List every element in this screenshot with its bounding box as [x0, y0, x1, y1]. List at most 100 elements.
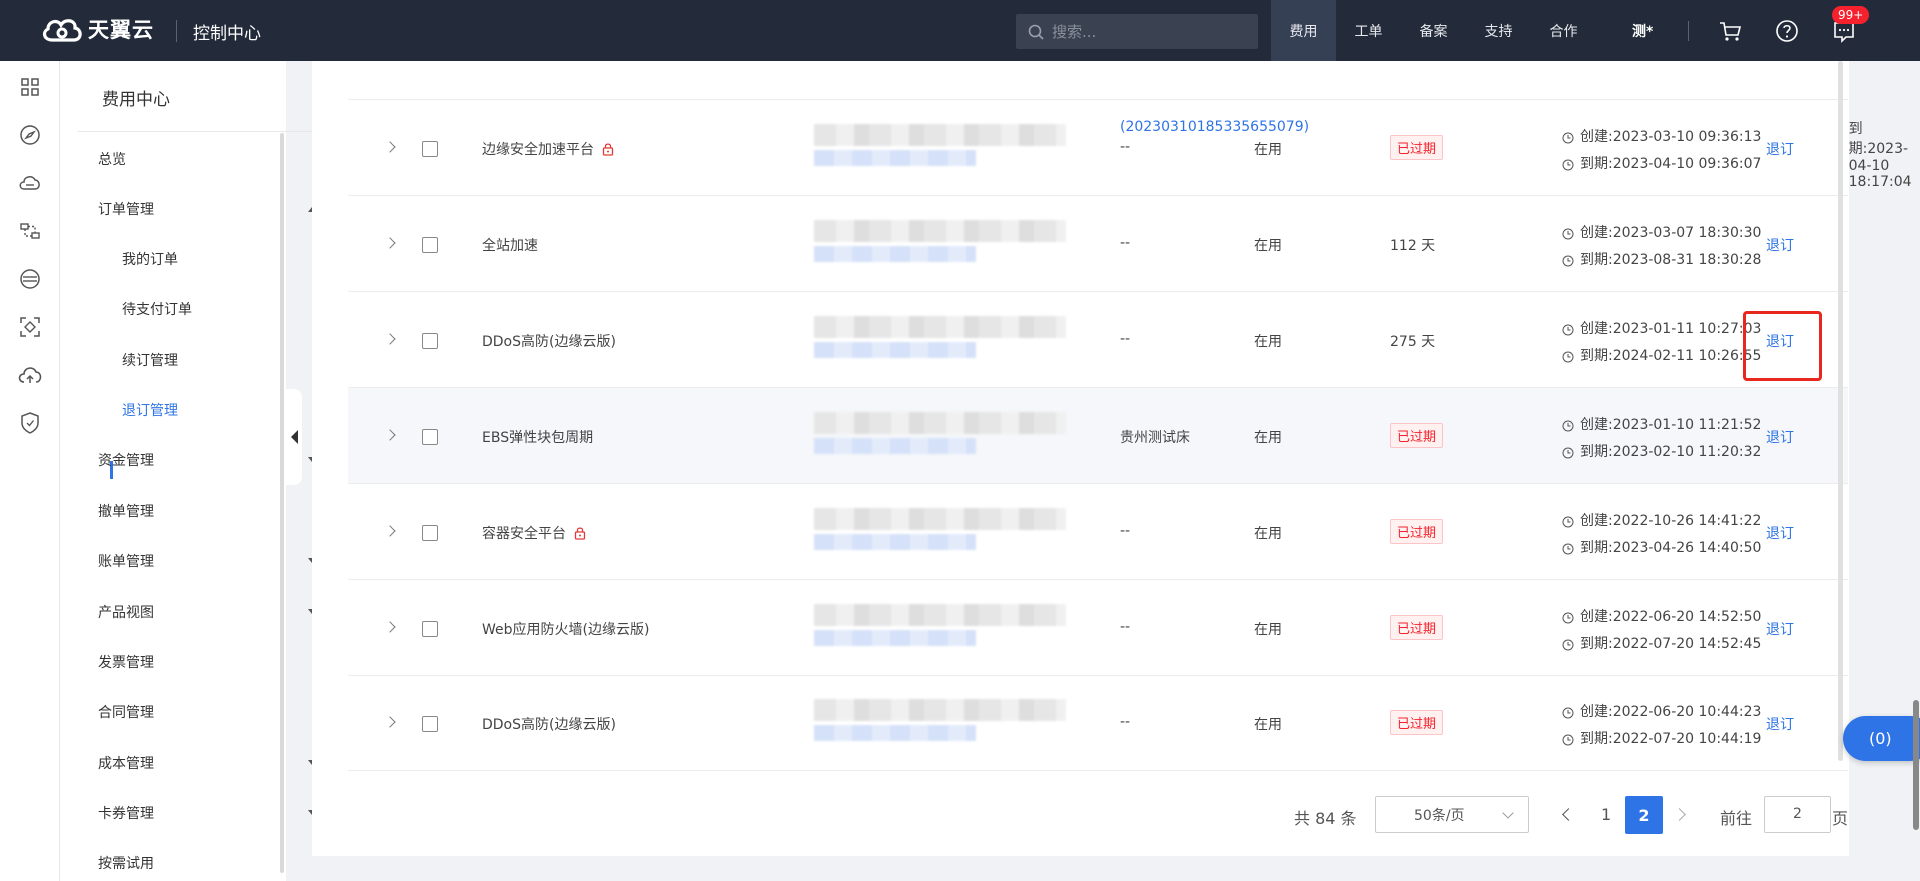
row-checkbox[interactable] — [422, 716, 438, 732]
goto-label: 前往 — [1720, 809, 1753, 828]
region: 贵州测试床 — [1120, 430, 1190, 446]
sidebar-scrollbar[interactable] — [280, 133, 284, 873]
table-row[interactable]: 边缘安全加速平台 -- 在用 已过期 创建:2023-03-10 09:36:13 到期:… — [348, 100, 1848, 196]
shield-icon[interactable] — [17, 410, 43, 436]
row-checkbox[interactable] — [422, 621, 438, 637]
expand-row-icon[interactable] — [384, 333, 396, 345]
row-checkbox[interactable] — [422, 141, 438, 157]
sidebar-item-product-view[interactable]: 产品视图 — [98, 602, 154, 622]
table-row[interactable]: DDoS高防(边缘云版) -- 在用 275 天 创建:2023-01-11 10:27… — [348, 292, 1848, 388]
remaining-days: 112 天 — [1390, 238, 1436, 254]
expand-row-icon[interactable] — [384, 141, 396, 153]
collapse-sidebar-button[interactable] — [286, 389, 302, 485]
resource-status: 在用 — [1254, 622, 1282, 638]
sidebar-item-unsubscribe[interactable]: 退订管理 — [122, 400, 178, 420]
created-time: 创建:2023-03-10 09:36:13 — [1562, 124, 1761, 151]
console-title[interactable]: 控制中心 — [193, 19, 261, 44]
clock-icon — [1562, 543, 1574, 554]
search-input[interactable] — [1052, 22, 1242, 41]
goto-page-input[interactable]: 2 — [1764, 796, 1831, 833]
sidebar-item-pending-orders[interactable]: 待支付订单 — [122, 299, 192, 319]
redacted-order-link[interactable] — [814, 150, 976, 166]
table-scrollbar[interactable] — [1838, 61, 1843, 761]
expand-row-icon[interactable] — [384, 525, 396, 537]
sidebar-item-contracts[interactable]: 合同管理 — [98, 702, 154, 722]
row-checkbox[interactable] — [422, 525, 438, 541]
product-name-text: 边缘安全加速平台 — [482, 142, 594, 158]
scan-icon[interactable] — [17, 314, 43, 340]
nav-support[interactable]: 支持 — [1466, 0, 1531, 61]
table-row[interactable]: 容器安全平台 -- 在用 已过期 创建:2022-10-26 14:41:22 到期:20… — [348, 484, 1848, 580]
floating-cart-button[interactable]: (0) — [1843, 716, 1920, 761]
nav-filing[interactable]: 备案 — [1401, 0, 1466, 61]
row-checkbox[interactable] — [422, 429, 438, 445]
unsubscribe-link[interactable]: 退订 — [1766, 235, 1794, 255]
redacted-order-link[interactable] — [814, 534, 976, 550]
redacted-order-link[interactable] — [814, 630, 976, 646]
time-info: 创建:2023-03-07 18:30:30 到期:2023-08-31 18:3… — [1562, 220, 1761, 274]
user-menu[interactable]: 测* — [1632, 21, 1653, 41]
unsubscribe-link[interactable]: 退订 — [1766, 427, 1794, 447]
expire-text: 到期:2022-07-20 14:52:45 — [1580, 636, 1762, 652]
pagination: 共 84 条 50条/页 1 2 前往 2 页 — [0, 795, 1920, 835]
cloud-upload-icon[interactable] — [17, 362, 43, 388]
nav-tickets[interactable]: 工单 — [1336, 0, 1401, 61]
redacted-order-link[interactable] — [814, 438, 976, 454]
row-checkbox[interactable] — [422, 333, 438, 349]
sidebar-item-trial[interactable]: 按需试用 — [98, 853, 154, 873]
expired-badge: 已过期 — [1390, 710, 1444, 735]
unsubscribe-link[interactable]: 退订 — [1766, 523, 1794, 543]
expand-row-icon[interactable] — [384, 621, 396, 633]
sidebar-item-invoices[interactable]: 发票管理 — [98, 652, 154, 672]
unsubscribe-link[interactable]: 退订 — [1766, 619, 1794, 639]
created-time: 创建:2022-06-20 14:52:50 — [1562, 604, 1761, 631]
created-text: 创建:2023-01-10 11:21:52 — [1580, 417, 1762, 433]
sidebar-item-renewals[interactable]: 续订管理 — [122, 350, 178, 370]
redacted-order-link[interactable] — [814, 342, 976, 358]
expire-text: 到期:2023-04-26 14:40:50 — [1580, 540, 1762, 556]
cloud-server-icon[interactable] — [17, 170, 43, 196]
nav-partner[interactable]: 合作 — [1531, 0, 1596, 61]
expand-row-icon[interactable] — [384, 429, 396, 441]
cart-icon[interactable] — [1717, 18, 1743, 44]
redacted-order-info — [814, 699, 1066, 721]
sidebar-item-overview[interactable]: 总览 — [98, 149, 126, 169]
page-scrollbar[interactable] — [1913, 700, 1919, 830]
sidebar-item-my-orders[interactable]: 我的订单 — [122, 249, 178, 269]
sidebar-item-orders[interactable]: 订单管理 — [98, 199, 154, 219]
compass-icon[interactable] — [17, 122, 43, 148]
sidebar-item-cancellations[interactable]: 撤单管理 — [98, 501, 154, 521]
unsubscribe-link[interactable]: 退订 — [1766, 139, 1794, 159]
created-text: 创建:2023-03-10 09:36:13 — [1580, 129, 1762, 145]
storage-icon[interactable] — [17, 266, 43, 292]
expire-time: 到期:2023-04-10 18:17:04 — [1838, 118, 1919, 190]
table-row[interactable]: EBS弹性块包周期 贵州测试床 在用 已过期 创建:2023-01-10 11:21:5… — [348, 388, 1848, 484]
unsubscribe-link[interactable]: 退订 — [1766, 714, 1794, 734]
table-row[interactable]: DDoS高防(边缘云版) -- 在用 已过期 创建:2022-06-20 10:44:2… — [348, 675, 1848, 771]
search-box[interactable] — [1016, 14, 1258, 49]
created-text: 创建:2023-03-07 18:30:30 — [1580, 225, 1762, 241]
row-checkbox[interactable] — [422, 237, 438, 253]
expand-row-icon[interactable] — [384, 716, 396, 728]
sidebar-item-costs[interactable]: 成本管理 — [98, 753, 154, 773]
redacted-order-info — [814, 220, 1066, 242]
page-size-value: 50条/页 — [1414, 807, 1465, 824]
nav-billing[interactable]: 费用 — [1271, 0, 1336, 61]
clock-icon — [1562, 159, 1574, 170]
prev-page-icon[interactable] — [1562, 808, 1575, 821]
dashboard-icon[interactable] — [17, 74, 43, 100]
page-size-select[interactable]: 50条/页 — [1375, 796, 1529, 833]
table-row[interactable]: 全站加速 -- 在用 112 天 创建:2023-03-07 18:30:30 到期:20… — [348, 196, 1848, 292]
page-1[interactable]: 1 — [1601, 805, 1611, 824]
table-row[interactable]: Web应用防火墙(边缘云版) -- 在用 已过期 创建:2022-06-20 14:52… — [348, 580, 1848, 676]
sidebar-item-funds[interactable]: 资金管理 — [98, 450, 154, 470]
page-2-current[interactable]: 2 — [1625, 796, 1663, 834]
brand-logo[interactable]: 天翼云 — [40, 14, 154, 44]
next-page-icon[interactable] — [1673, 808, 1686, 821]
sidebar-item-bills[interactable]: 账单管理 — [98, 551, 154, 571]
network-icon[interactable] — [17, 218, 43, 244]
redacted-order-link[interactable] — [814, 246, 976, 262]
expand-row-icon[interactable] — [384, 237, 396, 249]
help-icon[interactable] — [1774, 18, 1800, 44]
redacted-order-link[interactable] — [814, 725, 976, 741]
